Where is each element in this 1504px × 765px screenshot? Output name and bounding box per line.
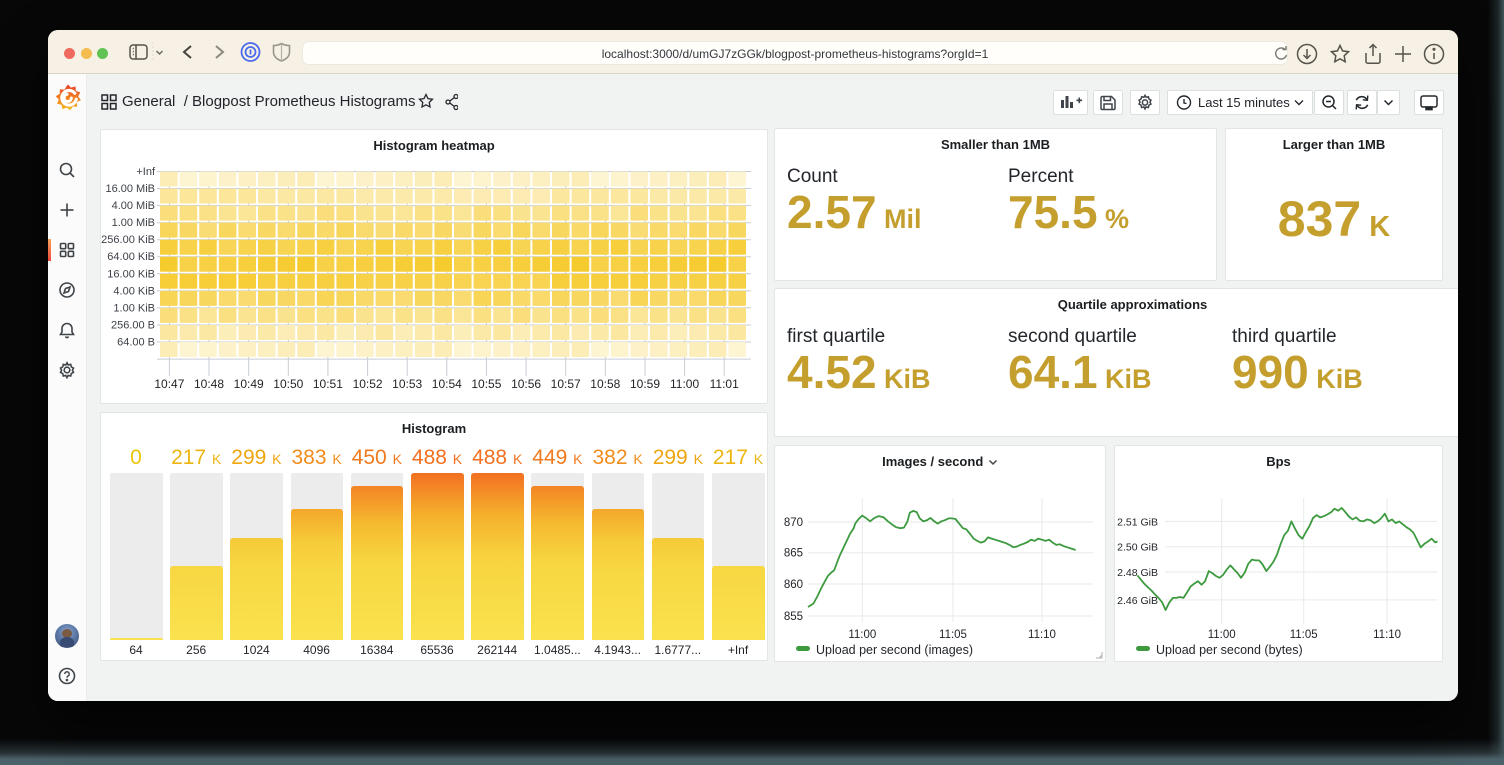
svg-text:10:55: 10:55 bbox=[471, 377, 501, 391]
svg-text:256.00 B: 256.00 B bbox=[111, 320, 155, 332]
svg-text:4.00 KiB: 4.00 KiB bbox=[113, 285, 155, 297]
svg-text:11:01: 11:01 bbox=[710, 377, 739, 391]
svg-text:11:05: 11:05 bbox=[939, 629, 967, 641]
svg-text:2.48 GiB: 2.48 GiB bbox=[1117, 567, 1158, 579]
svg-text:10:51: 10:51 bbox=[313, 377, 343, 391]
svg-text:64.00 KiB: 64.00 KiB bbox=[107, 251, 155, 263]
svg-text:10:54: 10:54 bbox=[432, 377, 462, 391]
svg-text:11:00: 11:00 bbox=[670, 377, 699, 391]
svg-text:10:59: 10:59 bbox=[630, 377, 660, 391]
svg-text:Upload per second (bytes): Upload per second (bytes) bbox=[1156, 643, 1303, 657]
svg-text:64.00 B: 64.00 B bbox=[117, 337, 155, 349]
svg-text:256.00 KiB: 256.00 KiB bbox=[101, 234, 155, 246]
svg-text:10:48: 10:48 bbox=[194, 377, 224, 391]
svg-text:10:58: 10:58 bbox=[590, 377, 620, 391]
svg-text:860: 860 bbox=[784, 579, 803, 591]
svg-text:Upload per second (images): Upload per second (images) bbox=[816, 643, 973, 657]
svg-text:10:49: 10:49 bbox=[234, 377, 264, 391]
svg-text:16.00 KiB: 16.00 KiB bbox=[107, 268, 155, 280]
svg-text:4.00 MiB: 4.00 MiB bbox=[112, 200, 155, 212]
svg-text:2.46 GiB: 2.46 GiB bbox=[1117, 595, 1158, 607]
svg-text:2.50 GiB: 2.50 GiB bbox=[1117, 542, 1158, 554]
svg-text:11:10: 11:10 bbox=[1028, 629, 1056, 641]
svg-text:1.00 MiB: 1.00 MiB bbox=[112, 217, 155, 229]
svg-text:10:50: 10:50 bbox=[273, 377, 303, 391]
svg-text:10:53: 10:53 bbox=[392, 377, 422, 391]
svg-text:10:47: 10:47 bbox=[154, 377, 184, 391]
svg-text:16.00 MiB: 16.00 MiB bbox=[105, 183, 155, 195]
svg-text:855: 855 bbox=[784, 611, 803, 623]
svg-text:10:56: 10:56 bbox=[511, 377, 541, 391]
svg-text:11:05: 11:05 bbox=[1290, 629, 1318, 641]
svg-text:11:00: 11:00 bbox=[1208, 629, 1236, 641]
svg-text:2.51 GiB: 2.51 GiB bbox=[1117, 516, 1158, 528]
svg-text:1.00 KiB: 1.00 KiB bbox=[113, 302, 155, 314]
svg-text:11:00: 11:00 bbox=[848, 629, 876, 641]
svg-text:865: 865 bbox=[784, 548, 803, 560]
svg-text:10:52: 10:52 bbox=[353, 377, 383, 391]
svg-text:870: 870 bbox=[784, 517, 803, 529]
svg-text:11:10: 11:10 bbox=[1373, 629, 1401, 641]
svg-text:10:57: 10:57 bbox=[551, 377, 581, 391]
svg-text:+Inf: +Inf bbox=[136, 166, 156, 178]
